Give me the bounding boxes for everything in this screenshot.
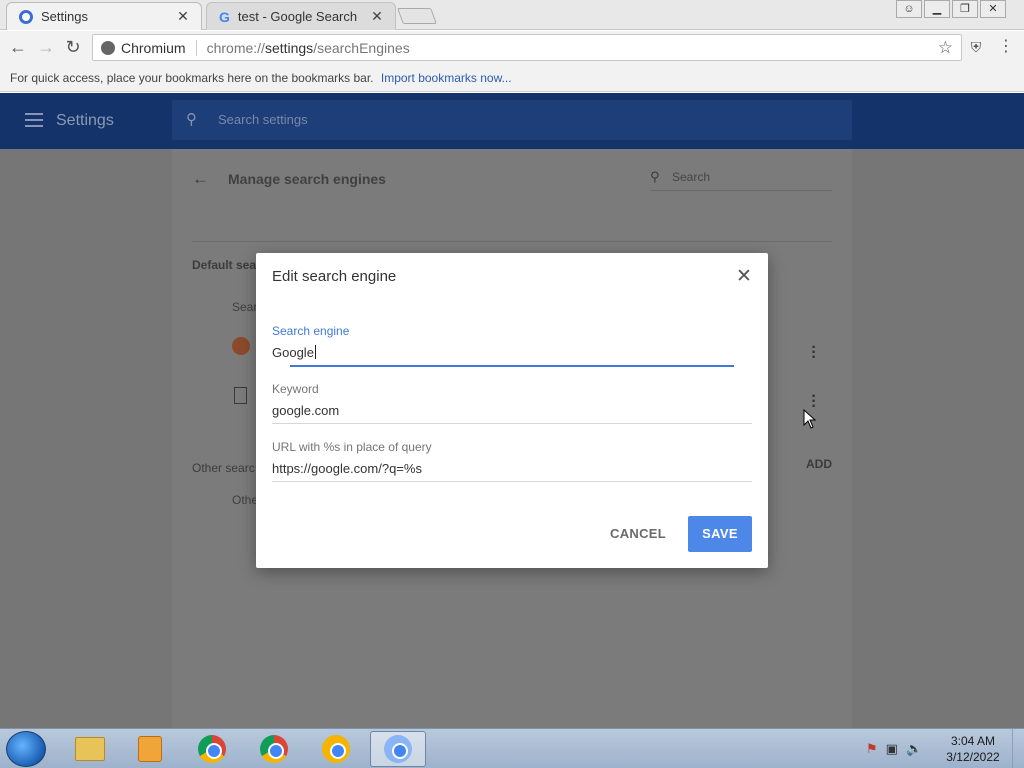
- gear-icon: [19, 9, 33, 24]
- google-icon: G: [219, 8, 230, 25]
- field-label: Search engine: [272, 324, 350, 338]
- bookmarks-hint: For quick access, place your bookmarks h…: [10, 71, 374, 85]
- forward-icon[interactable]: →: [36, 37, 56, 57]
- search-icon: ⚲: [650, 169, 660, 184]
- divider: [192, 241, 832, 242]
- show-desktop-button[interactable]: [1012, 729, 1024, 768]
- back-arrow-icon[interactable]: ←: [192, 169, 209, 189]
- mouse-cursor-icon: [803, 409, 817, 429]
- action-center-flag-icon[interactable]: ⚑: [866, 741, 878, 757]
- dialog-title: Edit search engine: [272, 268, 397, 285]
- media-player-icon[interactable]: [122, 731, 178, 767]
- menu-kebab-icon[interactable]: ⋮: [996, 37, 1016, 57]
- save-button[interactable]: SAVE: [688, 516, 752, 552]
- start-button[interactable]: [6, 731, 46, 767]
- clock-time: 3:04 AM: [950, 734, 996, 748]
- other-section-heading: Other searc: [192, 461, 255, 475]
- network-icon[interactable]: ▣: [886, 741, 898, 757]
- tab-strip: Settings ✕ G test - Google Search ✕ ☺ ▁ …: [0, 0, 1024, 30]
- clock-date: 3/12/2022: [946, 750, 1000, 764]
- settings-header: Settings ⚲ Search settings: [0, 93, 1024, 149]
- close-icon[interactable]: ✕: [736, 265, 752, 288]
- edit-search-engine-dialog: Edit search engine ✕ Search engine Googl…: [256, 253, 768, 568]
- page-title: Manage search engines: [228, 171, 386, 187]
- volume-icon[interactable]: 🔈: [906, 741, 922, 757]
- chrome-beta-icon[interactable]: [246, 731, 302, 767]
- reload-icon[interactable]: ↻: [63, 37, 83, 57]
- windows-explorer-icon[interactable]: [62, 731, 118, 767]
- text-caret: [314, 345, 316, 359]
- keyword-field[interactable]: Keyword google.com: [272, 382, 752, 424]
- address-bar[interactable]: Chromium chrome://settings/searchEngines…: [92, 34, 962, 61]
- settings-title: Settings: [56, 112, 114, 129]
- search-icon: ⚲: [186, 111, 197, 128]
- duckduckgo-icon: [232, 337, 250, 355]
- field-value-wrap[interactable]: Google: [272, 345, 752, 363]
- close-tab-icon[interactable]: ✕: [175, 8, 191, 25]
- search-engine-field[interactable]: Search engine Google: [272, 324, 752, 367]
- cancel-button[interactable]: CANCEL: [600, 517, 676, 551]
- import-bookmarks-link[interactable]: Import bookmarks now...: [381, 71, 512, 85]
- underline: [272, 481, 752, 482]
- bookmark-star-icon[interactable]: ☆: [938, 38, 953, 58]
- chromium-icon[interactable]: [370, 731, 426, 767]
- underline: [272, 423, 752, 424]
- add-button[interactable]: ADD: [806, 457, 832, 471]
- tab-google-search[interactable]: G test - Google Search ✕: [206, 2, 396, 30]
- bookmarks-bar: For quick access, place your bookmarks h…: [0, 64, 1024, 92]
- windows-taskbar: ⚑ ▣ 🔈 3:04 AM 3/12/2022: [0, 728, 1024, 768]
- other-subheader: Othe: [232, 493, 259, 507]
- search-placeholder: Search: [672, 170, 711, 184]
- chrome-icon[interactable]: [184, 731, 240, 767]
- url-field[interactable]: URL with %s in place of query https://go…: [272, 440, 752, 482]
- ublock-extension-icon[interactable]: ⛨: [966, 37, 986, 57]
- browser-toolbar: ← → ↻ Chromium chrome://settings/searchE…: [0, 31, 1024, 64]
- keyword-input[interactable]: google.com: [272, 403, 752, 421]
- settings-search-placeholder: Search settings: [218, 112, 308, 127]
- search-engine-input[interactable]: Google: [272, 345, 314, 360]
- new-tab-button[interactable]: [397, 8, 437, 24]
- address-url: chrome://settings/searchEngines: [206, 39, 410, 56]
- tab-label: Settings: [41, 9, 88, 24]
- person-icon[interactable]: ☺: [896, 0, 922, 18]
- focus-underline: [290, 365, 734, 367]
- url-input[interactable]: https://google.com/?q=%s: [272, 461, 752, 479]
- tab-label: test - Google Search: [237, 9, 358, 24]
- field-label: URL with %s in place of query: [272, 440, 432, 454]
- search-engines-search-input[interactable]: ⚲ Search: [650, 169, 832, 191]
- more-actions-icon[interactable]: · · ·: [810, 340, 818, 366]
- document-icon: [234, 387, 247, 404]
- more-actions-icon[interactable]: · · ·: [810, 389, 818, 415]
- close-window-icon[interactable]: ✕: [980, 0, 1006, 18]
- window-controls: ☺ ▁ ❐ ✕: [894, 0, 1006, 18]
- chrome-canary-icon[interactable]: [308, 731, 364, 767]
- taskbar-clock[interactable]: 3:04 AM 3/12/2022: [940, 733, 1006, 765]
- hamburger-menu-icon[interactable]: [25, 113, 43, 131]
- system-tray: ⚑ ▣ 🔈: [866, 741, 922, 757]
- minimize-icon[interactable]: ▁: [924, 0, 950, 18]
- settings-search-input[interactable]: ⚲ Search settings: [172, 100, 852, 140]
- restore-icon[interactable]: ❐: [952, 0, 978, 18]
- field-label: Keyword: [272, 382, 319, 396]
- back-icon[interactable]: ←: [8, 37, 28, 57]
- default-section-heading: Default sear: [192, 258, 261, 272]
- tab-settings[interactable]: Settings ✕: [6, 2, 202, 30]
- chromium-icon: [101, 40, 115, 55]
- address-origin: Chromium: [121, 39, 197, 56]
- close-tab-icon[interactable]: ✕: [369, 8, 385, 25]
- default-subheader: Sear: [232, 300, 258, 314]
